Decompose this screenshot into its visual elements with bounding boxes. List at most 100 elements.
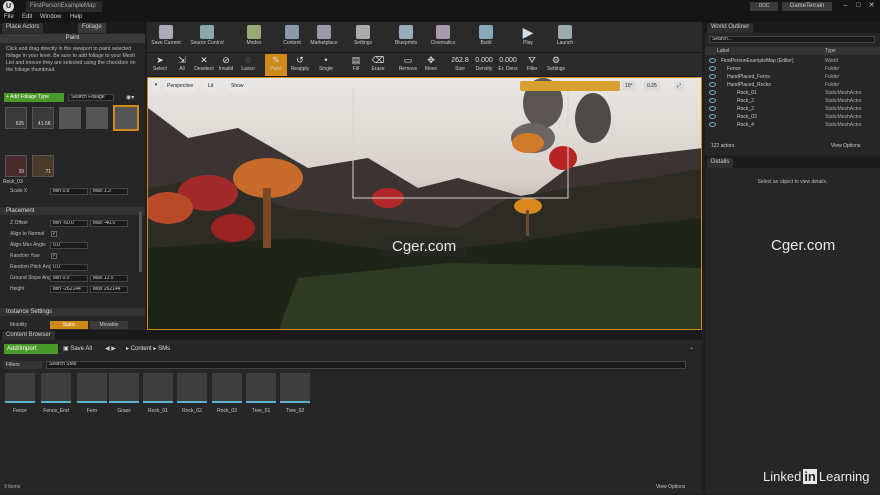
asset-fence[interactable] xyxy=(5,373,35,403)
deselect-tool[interactable]: ✕ Deselect xyxy=(193,54,215,76)
zoffset-min-field[interactable]: Min -60.0 xyxy=(50,220,88,227)
mobility-static-button[interactable]: Static xyxy=(50,321,88,329)
camera-speed[interactable]: 0.25 xyxy=(644,81,660,91)
visibility-icon[interactable] xyxy=(709,90,716,95)
outliner-row[interactable]: Rock_2 StaticMeshActor xyxy=(705,97,880,105)
fill-tool[interactable]: ▤ Fill xyxy=(345,54,367,76)
asset-rock-01[interactable] xyxy=(143,373,173,403)
select-tool[interactable]: ➤ Select xyxy=(149,54,171,76)
visibility-icon[interactable] xyxy=(709,58,716,63)
lock-icon[interactable]: ⌁ xyxy=(690,345,694,352)
lit-button[interactable]: Lit xyxy=(205,81,217,91)
scrollbar[interactable] xyxy=(139,212,142,272)
asset-rock-02[interactable] xyxy=(177,373,207,403)
outliner-row[interactable]: Rock_2 StaticMeshActor xyxy=(705,105,880,113)
maximize-viewport-icon[interactable]: ⤢ xyxy=(674,81,685,91)
asset-tree-02[interactable] xyxy=(280,373,310,403)
single-tool[interactable]: • Single xyxy=(315,54,337,76)
filters-button[interactable]: Filters xyxy=(4,361,42,369)
ddc-badge[interactable]: DDC xyxy=(750,2,778,11)
visibility-icon[interactable] xyxy=(709,82,716,87)
scale-min-field[interactable]: Min 0.8 xyxy=(50,188,88,195)
outliner-search-input[interactable]: Search... xyxy=(709,36,875,43)
height-max-field[interactable]: Max 262144 xyxy=(90,286,128,293)
foliage-thumb-rock[interactable] xyxy=(86,107,108,129)
scale-max-field[interactable]: Max 1.3 xyxy=(90,188,128,195)
transform-tools[interactable] xyxy=(520,81,620,91)
tab-foliage[interactable]: Foliage xyxy=(78,23,106,33)
play-button[interactable]: ▶ Play xyxy=(515,23,541,51)
add-import-button[interactable]: Add/Import xyxy=(4,344,58,354)
minimize-icon[interactable]: – xyxy=(840,2,851,10)
menu-edit[interactable]: Edit xyxy=(22,14,32,20)
blueprints-button[interactable]: Blueprints xyxy=(391,23,421,51)
build-button[interactable]: Build xyxy=(473,23,499,51)
placement-header[interactable]: Placement xyxy=(0,207,145,215)
save-current-button[interactable]: Save Current xyxy=(149,23,183,51)
foliage-thumb[interactable]: 41.5K xyxy=(32,107,54,129)
foliage-settings-button[interactable]: ⚙ Settings xyxy=(545,54,567,76)
outliner-row[interactable]: Fence Folder xyxy=(705,65,880,73)
foliage-thumb[interactable]: 635 xyxy=(5,107,27,129)
asset-rock-03[interactable] xyxy=(212,373,242,403)
asset-fern[interactable] xyxy=(77,373,107,403)
outliner-row[interactable]: Rock_01 StaticMeshActor xyxy=(705,89,880,97)
move-tool[interactable]: ✥ Move xyxy=(420,54,442,76)
tab-world-outliner[interactable]: World Outliner xyxy=(707,23,754,33)
erase-tool[interactable]: ⌫ Erase xyxy=(367,54,389,76)
angle-snap[interactable]: 10° xyxy=(622,81,636,91)
visibility-icon[interactable] xyxy=(709,106,716,111)
modes-button[interactable]: Modes xyxy=(241,23,267,51)
menu-window[interactable]: Window xyxy=(40,14,61,20)
outliner-row[interactable]: Rock_4 StaticMeshActor xyxy=(705,121,880,129)
asset-search-input[interactable]: Search SMs xyxy=(46,361,686,369)
lasso-tool[interactable]: ◌ Lasso xyxy=(237,54,259,76)
erase-density-field[interactable]: 0.000 Er. Dens xyxy=(497,54,519,76)
foliage-search-input[interactable]: Search Foliage xyxy=(68,94,114,101)
viewport-options-icon[interactable]: ▾ xyxy=(152,81,160,90)
level-tab[interactable]: FirstPersonExampleMap xyxy=(26,1,102,12)
align-normal-checkbox[interactable]: ✓ xyxy=(51,231,57,237)
density-field[interactable]: 0.000 Density xyxy=(473,54,495,76)
outliner-row[interactable]: HandPlaced_Rocks Folder xyxy=(705,81,880,89)
paint-tool[interactable]: ✎ Paint xyxy=(265,54,287,76)
ground-slope-min-field[interactable]: Min 0.0 xyxy=(50,275,88,282)
launch-button[interactable]: Launch xyxy=(551,23,579,51)
cinematics-button[interactable]: Cinematics xyxy=(427,23,459,51)
select-all-tool[interactable]: ⇲ All xyxy=(171,54,193,76)
brush-size-field[interactable]: 262.8 Size xyxy=(449,54,471,76)
outliner-row[interactable]: FirstPersonExampleMap (Editor) World xyxy=(705,57,880,65)
outliner-view-options[interactable]: View Options xyxy=(831,143,860,149)
content-button[interactable]: Content xyxy=(279,23,305,51)
view-options-button[interactable]: View Options xyxy=(656,484,685,490)
menu-file[interactable]: File xyxy=(4,14,14,20)
outliner-row[interactable]: Rock_03 StaticMeshActor xyxy=(705,113,880,121)
visibility-icon[interactable] xyxy=(709,74,716,79)
tab-place-actors[interactable]: Place Actors xyxy=(2,23,44,33)
invalid-tool[interactable]: ⊘ Invalid xyxy=(215,54,237,76)
mobility-movable-button[interactable]: Movable xyxy=(90,321,128,329)
visibility-icon[interactable] xyxy=(709,66,716,71)
save-all-button[interactable]: ▣ Save All xyxy=(63,344,103,354)
random-yaw-checkbox[interactable]: ✓ xyxy=(51,253,57,259)
menu-help[interactable]: Help xyxy=(70,14,82,20)
settings-button[interactable]: Settings xyxy=(349,23,377,51)
asset-grass[interactable] xyxy=(109,373,139,403)
remove-tool[interactable]: ▭ Remove xyxy=(397,54,419,76)
random-pitch-field[interactable]: 0.0 xyxy=(50,264,88,271)
foliage-thumb-rock-selected[interactable] xyxy=(113,105,139,131)
outliner-row[interactable]: HandPlaced_Ferns Folder xyxy=(705,73,880,81)
align-max-angle-field[interactable]: 0.0 xyxy=(50,242,88,249)
zoffset-max-field[interactable]: Max -40.0 xyxy=(90,220,128,227)
visibility-icon[interactable] xyxy=(709,114,716,119)
close-icon[interactable]: ✕ xyxy=(866,2,877,10)
perspective-button[interactable]: Perspective xyxy=(164,81,197,91)
visibility-icon[interactable] xyxy=(709,98,716,103)
marketplace-button[interactable]: Marketplace xyxy=(307,23,341,51)
source-control-button[interactable]: Source Control xyxy=(187,23,227,51)
history-nav[interactable]: ◀ ▶ xyxy=(105,345,116,352)
visibility-icon[interactable] xyxy=(709,122,716,127)
add-foliage-type-button[interactable]: + Add Foliage Type xyxy=(4,93,64,102)
height-min-field[interactable]: Min -262144 xyxy=(50,286,88,293)
maximize-icon[interactable]: □ xyxy=(853,2,864,10)
